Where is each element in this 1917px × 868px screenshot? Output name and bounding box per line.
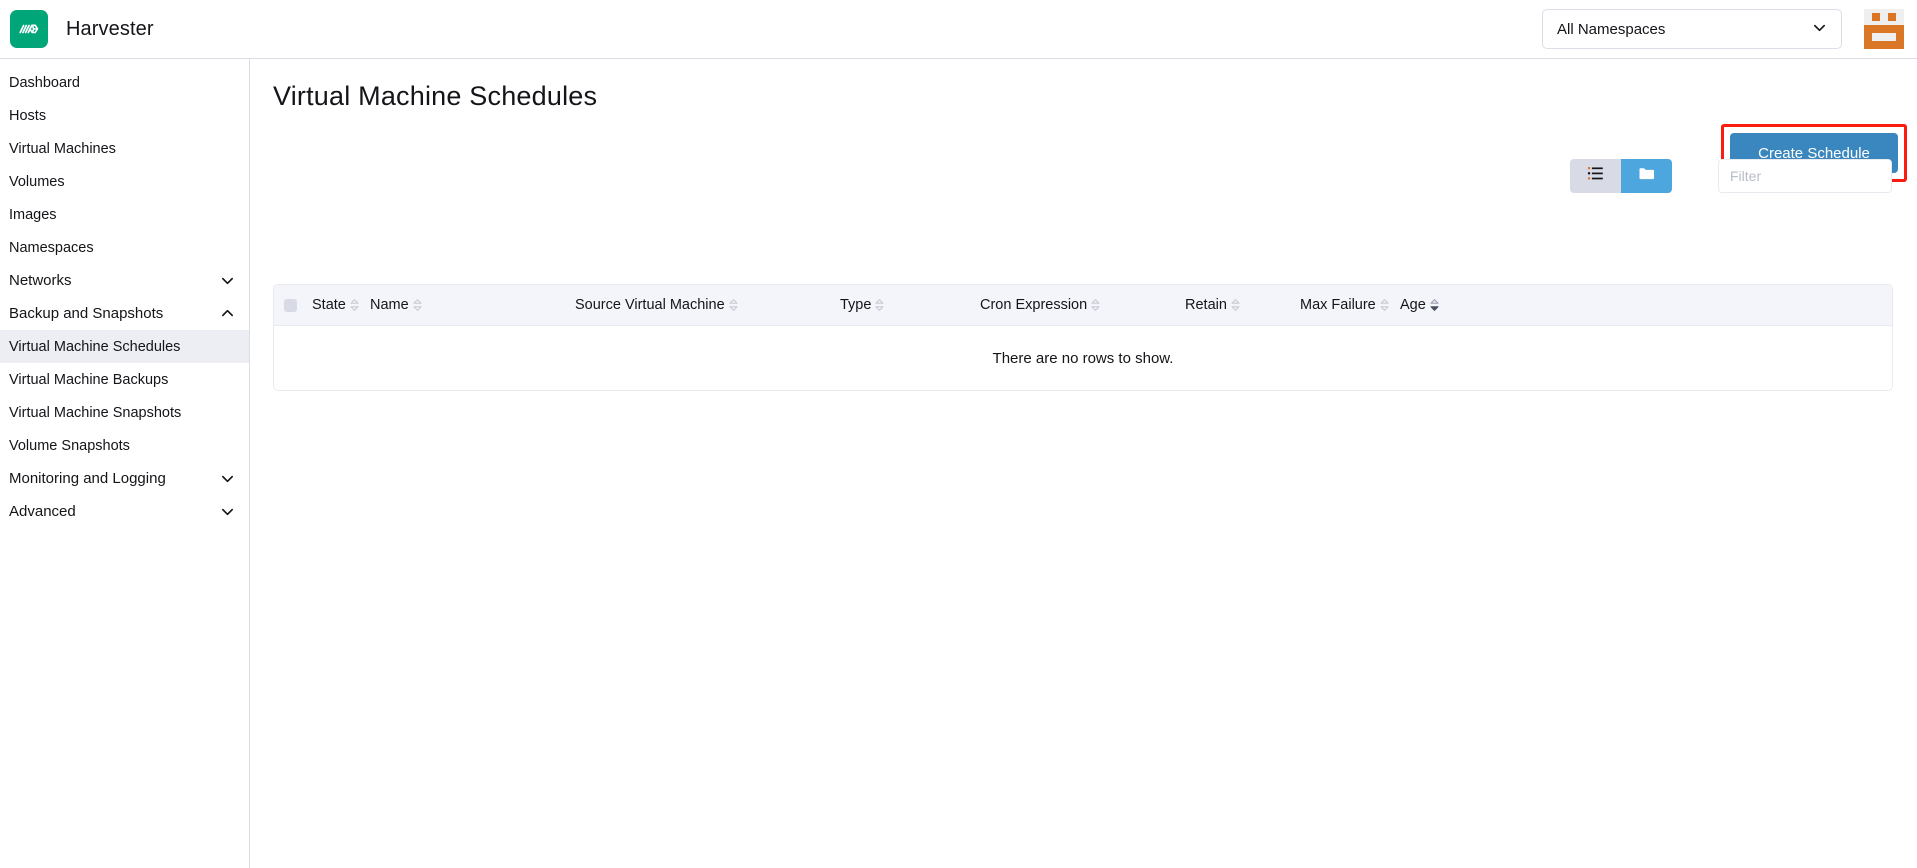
- chevron-down-icon: [220, 273, 235, 288]
- sidebar-item-label: Hosts: [9, 108, 46, 124]
- header-right-controls: All Namespaces: [1542, 9, 1917, 49]
- sort-indicator-icon[interactable]: [412, 298, 423, 312]
- sidebar-item-namespaces[interactable]: Namespaces: [0, 231, 249, 264]
- sidebar-item-advanced[interactable]: Advanced: [0, 495, 249, 528]
- sidebar-item-virtual-machine-schedules[interactable]: Virtual Machine Schedules: [0, 330, 249, 363]
- schedules-table: State Name Source Virtual Machine Type Cron …: [273, 284, 1893, 391]
- sidebar-item-label: Backup and Snapshots: [9, 305, 163, 322]
- brand-area[interactable]: Harvester: [0, 10, 154, 48]
- brand-title: Harvester: [66, 18, 154, 41]
- column-header-max-failure[interactable]: Max Failure: [1300, 297, 1400, 313]
- sidebar-item-images[interactable]: Images: [0, 198, 249, 231]
- sort-indicator-icon[interactable]: [1379, 298, 1390, 312]
- column-header-type[interactable]: Type: [840, 297, 980, 313]
- column-header-name[interactable]: Name: [370, 297, 575, 313]
- column-header-retain[interactable]: Retain: [1185, 297, 1300, 313]
- sort-indicator-icon[interactable]: [1090, 298, 1101, 312]
- main-content: Virtual Machine Schedules Create Schedul…: [251, 59, 1917, 868]
- sidebar-item-label: Networks: [9, 272, 72, 289]
- table-toolbar: [1570, 159, 1892, 193]
- select-all-checkbox[interactable]: [284, 299, 297, 312]
- sidebar-item-monitoring-and-logging[interactable]: Monitoring and Logging: [0, 462, 249, 495]
- column-header-label: State: [312, 297, 346, 313]
- sidebar-item-backup-and-snapshots[interactable]: Backup and Snapshots: [0, 297, 249, 330]
- sidebar-item-volume-snapshots[interactable]: Volume Snapshots: [0, 429, 249, 462]
- column-header-cron-expression[interactable]: Cron Expression: [980, 297, 1185, 313]
- chevron-down-icon: [220, 504, 235, 519]
- page-title: Virtual Machine Schedules: [273, 81, 1892, 112]
- list-view-icon-button[interactable]: [1570, 159, 1621, 193]
- sidebar-item-label: Virtual Machine Snapshots: [9, 405, 181, 421]
- chevron-up-icon: [220, 306, 235, 321]
- column-header-state[interactable]: State: [274, 297, 370, 313]
- sort-indicator-icon[interactable]: [1429, 298, 1440, 312]
- column-header-label: Type: [840, 297, 871, 313]
- sidebar-item-label: Namespaces: [9, 240, 94, 256]
- sidebar-item-hosts[interactable]: Hosts: [0, 99, 249, 132]
- empty-state-message: There are no rows to show.: [993, 350, 1174, 367]
- harvester-logo-icon: [10, 10, 48, 48]
- folder-view-icon: [1638, 165, 1656, 188]
- chevron-down-icon: [1812, 20, 1827, 39]
- column-header-source-virtual-machine[interactable]: Source Virtual Machine: [575, 297, 840, 313]
- column-header-label: Source Virtual Machine: [575, 297, 725, 313]
- column-header-age[interactable]: Age: [1400, 297, 1540, 313]
- sidebar-item-label: Virtual Machines: [9, 141, 116, 157]
- table-header-row: State Name Source Virtual Machine Type Cron …: [274, 285, 1892, 326]
- sidebar-item-label: Dashboard: [9, 75, 80, 91]
- sidebar-item-label: Monitoring and Logging: [9, 470, 166, 487]
- sidebar-item-virtual-machine-snapshots[interactable]: Virtual Machine Snapshots: [0, 396, 249, 429]
- sidebar-item-virtual-machine-backups[interactable]: Virtual Machine Backups: [0, 363, 249, 396]
- column-header-label: Age: [1400, 297, 1426, 313]
- column-header-label: Name: [370, 297, 409, 313]
- sidebar-item-label: Volumes: [9, 174, 65, 190]
- sidebar-item-dashboard[interactable]: Dashboard: [0, 66, 249, 99]
- chevron-down-icon: [220, 471, 235, 486]
- sidebar-navigation: Dashboard Hosts Virtual Machines Volumes Ima…: [0, 59, 250, 868]
- column-header-label: Cron Expression: [980, 297, 1087, 313]
- sidebar-item-label: Virtual Machine Schedules: [9, 339, 180, 355]
- view-mode-toggle-group: [1570, 159, 1672, 193]
- namespace-selected-value: All Namespaces: [1557, 21, 1665, 38]
- list-view-icon: [1587, 165, 1604, 187]
- sort-indicator-icon[interactable]: [349, 298, 360, 312]
- sidebar-item-label: Images: [9, 207, 57, 223]
- sort-indicator-icon[interactable]: [874, 298, 885, 312]
- top-header-bar: Harvester All Namespaces: [0, 0, 1917, 59]
- sidebar-item-label: Advanced: [9, 503, 76, 520]
- sidebar-item-volumes[interactable]: Volumes: [0, 165, 249, 198]
- sort-indicator-icon[interactable]: [1230, 298, 1241, 312]
- sidebar-item-label: Volume Snapshots: [9, 438, 130, 454]
- sidebar-item-virtual-machines[interactable]: Virtual Machines: [0, 132, 249, 165]
- column-header-label: Max Failure: [1300, 297, 1376, 313]
- group-view-icon-button[interactable]: [1621, 159, 1672, 193]
- user-avatar-icon[interactable]: [1864, 9, 1904, 49]
- sort-indicator-icon[interactable]: [728, 298, 739, 312]
- sidebar-item-networks[interactable]: Networks: [0, 264, 249, 297]
- column-header-label: Retain: [1185, 297, 1227, 313]
- sidebar-item-label: Virtual Machine Backups: [9, 372, 168, 388]
- table-empty-state: There are no rows to show.: [274, 326, 1892, 390]
- filter-input[interactable]: [1718, 159, 1892, 193]
- namespace-selector[interactable]: All Namespaces: [1542, 9, 1842, 49]
